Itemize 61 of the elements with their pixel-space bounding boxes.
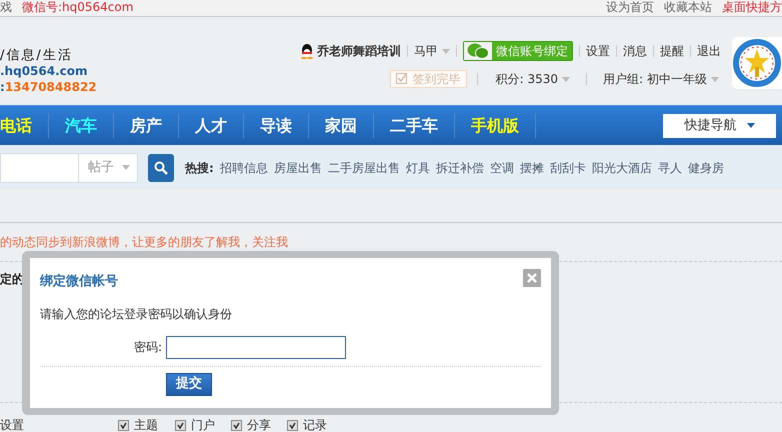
option-label: 门户	[191, 417, 215, 432]
nav-link[interactable]: 汽车	[49, 113, 114, 138]
password-label: 密码:	[134, 339, 162, 356]
user-link[interactable]: 提醒	[660, 42, 684, 60]
dialog-title: 绑定微信帐号	[40, 272, 118, 291]
vest-dropdown[interactable]: 马甲	[414, 42, 450, 60]
hot-search-link[interactable]: 二手房屋出售	[328, 158, 400, 176]
option-label: 分享	[247, 417, 271, 432]
hot-search-link[interactable]: 灯具	[406, 158, 430, 176]
checkbox[interactable]	[118, 420, 129, 430]
search-button[interactable]	[148, 154, 174, 182]
weibo-sync-notice: 的动态同步到新浪微博，让更多的朋友了解我，关注我	[0, 235, 288, 249]
nav-link[interactable]: 二手车	[374, 113, 455, 138]
nav-link[interactable]: 人才	[179, 113, 244, 138]
hot-search-link[interactable]: 拆迁补偿	[436, 158, 484, 176]
checkbox-icon	[396, 73, 407, 84]
option-label: 主题	[134, 417, 158, 432]
password-field[interactable]	[166, 336, 346, 358]
hot-search-link[interactable]: 房屋出售	[274, 158, 322, 176]
search-field[interactable]	[0, 152, 78, 182]
checkbox[interactable]	[287, 420, 298, 430]
hot-search-link[interactable]: 健身房	[688, 158, 724, 176]
hot-search-link[interactable]: 刮刮卡	[550, 158, 586, 176]
checkbox[interactable]	[231, 420, 242, 430]
nav-link[interactable]: 家园	[309, 113, 374, 138]
user-name-link[interactable]: 乔老师舞蹈培训	[317, 42, 402, 60]
site-url: .hq0564.com	[0, 64, 89, 79]
dialog-prompt: 请输入您的论坛登录密码以确认身份	[40, 306, 233, 322]
nav-link[interactable]: 房产	[114, 113, 179, 138]
user-link[interactable]: 消息	[623, 42, 648, 60]
hot-search-link[interactable]: 阳光大酒店	[592, 158, 652, 176]
hot-search-link[interactable]: 空调	[490, 158, 514, 176]
top-link[interactable]: 桌面快捷方	[722, 0, 782, 16]
hot-search-link[interactable]: 寻人	[658, 158, 682, 176]
nav-link[interactable]: 电话	[0, 113, 49, 138]
search-icon	[154, 160, 168, 174]
top-link[interactable]: 收藏本站	[664, 0, 712, 16]
quick-nav-dropdown[interactable]: 快捷导航	[663, 114, 776, 138]
hot-search-label: 热搜:	[185, 160, 214, 176]
penguin-icon	[300, 44, 314, 60]
top-link[interactable]: 戏	[0, 0, 12, 16]
phone-label: :	[0, 80, 5, 94]
points-dropdown[interactable]: 积分: 3530	[496, 70, 570, 88]
nav-link[interactable]: 手机版	[455, 113, 536, 138]
submit-button[interactable]: 提交	[166, 372, 212, 396]
phone-number: 13470848822	[4, 80, 97, 94]
nav-link[interactable]: 导读	[244, 113, 309, 138]
avatar	[732, 37, 782, 89]
hot-search-link[interactable]: 招聘信息	[220, 158, 268, 176]
user-link[interactable]: 设置	[586, 42, 610, 60]
chat-bubbles-icon	[467, 43, 490, 59]
option-label: 记录	[303, 417, 327, 432]
hot-search-link[interactable]: 摆摊	[520, 158, 544, 176]
user-group-dropdown[interactable]: 用户组: 初中一年级	[603, 70, 719, 88]
site-slogan: /信息/生活	[0, 48, 74, 64]
top-link[interactable]: 设为首页	[606, 0, 654, 16]
top-link[interactable]: 微信号:hq0564com	[22, 0, 134, 16]
close-icon	[527, 273, 537, 283]
checkbox[interactable]	[175, 420, 186, 430]
settings-label: 设置	[0, 417, 24, 432]
user-link[interactable]: 退出	[697, 42, 722, 60]
